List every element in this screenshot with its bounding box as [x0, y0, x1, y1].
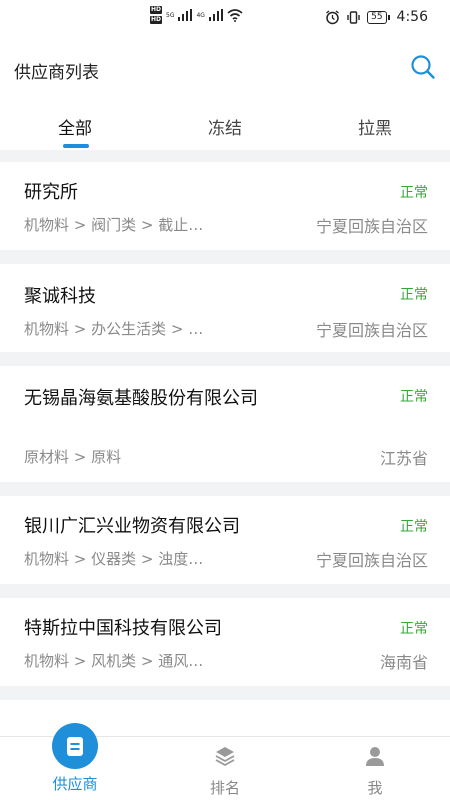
status-badge: 正常 — [400, 389, 428, 405]
signal-icon-2 — [208, 9, 223, 21]
app-header: 供应商列表 — [0, 38, 450, 98]
nav-label-suppliers: 供应商 — [52, 775, 98, 793]
tab-indicator — [63, 144, 89, 148]
supplier-category: 机物料 > 仪器类 > 浊度… — [24, 550, 204, 568]
supplier-category: 机物料 > 阀门类 > 截止… — [24, 216, 204, 234]
status-bar: HD HD 5G 4G 55 4:56 — [0, 0, 450, 38]
status-badge: 正常 — [400, 621, 428, 637]
supplier-name: 研究所 — [24, 182, 78, 203]
supplier-category: 原材料 > 原料 — [24, 448, 122, 466]
supplier-card[interactable]: 研究所 正常 机物料 > 阀门类 > 截止… 宁夏回族自治区 — [0, 162, 450, 250]
clock: 4:56 — [396, 9, 428, 25]
supplier-region: 海南省 — [379, 653, 428, 672]
supplier-card[interactable]: 聚诚科技 正常 机物料 > 办公生活类 > … 宁夏回族自治区 — [0, 264, 450, 352]
vibrate-icon — [347, 10, 360, 24]
tab-all[interactable]: 全部 — [0, 114, 150, 139]
supplier-name: 银川广汇兴业物资有限公司 — [24, 516, 240, 537]
document-icon — [52, 723, 98, 773]
search-button[interactable] — [410, 54, 436, 80]
nav-ranking[interactable]: 排名 — [150, 737, 300, 800]
signal-icon — [178, 9, 193, 21]
supplier-name: 无锡晶海氨基酸股份有限公司 — [24, 388, 258, 409]
battery-indicator: 55 — [367, 10, 391, 24]
status-badge: 正常 — [400, 287, 428, 303]
supplier-card[interactable]: 特斯拉中国科技有限公司 正常 机物料 > 风机类 > 通风… 海南省 — [0, 598, 450, 686]
page-title: 供应商列表 — [14, 63, 99, 83]
supplier-region: 宁夏回族自治区 — [315, 551, 428, 570]
supplier-name: 聚诚科技 — [24, 286, 96, 307]
status-right: 55 4:56 — [325, 9, 428, 25]
network-5g-label: 5G — [166, 11, 175, 19]
tab-blacklisted[interactable]: 拉黑 — [300, 114, 450, 139]
filter-tabs: 全部 冻结 拉黑 — [0, 98, 450, 150]
supplier-category: 机物料 > 风机类 > 通风… — [24, 652, 204, 670]
hd-badge-1: HD — [150, 6, 163, 14]
supplier-list: 研究所 正常 机物料 > 阀门类 > 截止… 宁夏回族自治区 聚诚科技 正常 机… — [0, 162, 450, 754]
supplier-category: 机物料 > 办公生活类 > … — [24, 320, 204, 338]
network-4g-label: 4G — [196, 11, 205, 19]
person-icon — [364, 745, 386, 771]
status-left: HD HD 5G 4G — [150, 6, 243, 24]
supplier-region: 江苏省 — [379, 449, 428, 468]
supplier-region: 宁夏回族自治区 — [315, 217, 428, 236]
status-badge: 正常 — [400, 519, 428, 535]
search-icon — [411, 55, 435, 79]
bottom-nav: 供应商 排名 我 — [0, 723, 450, 800]
supplier-name: 特斯拉中国科技有限公司 — [24, 618, 222, 639]
nav-label-ranking: 排名 — [209, 779, 240, 797]
wifi-icon — [227, 8, 243, 22]
layers-icon — [214, 745, 236, 771]
hd-badge-2: HD — [150, 16, 163, 24]
nav-label-me: 我 — [367, 779, 383, 797]
alarm-icon — [326, 9, 339, 24]
nav-me[interactable]: 我 — [300, 737, 450, 800]
supplier-card[interactable]: 无锡晶海氨基酸股份有限公司 正常 原材料 > 原料 江苏省 — [0, 366, 450, 482]
nav-suppliers[interactable]: 供应商 — [0, 723, 150, 800]
supplier-region: 宁夏回族自治区 — [315, 321, 428, 340]
supplier-card[interactable]: 银川广汇兴业物资有限公司 正常 机物料 > 仪器类 > 浊度… 宁夏回族自治区 — [0, 496, 450, 584]
tab-frozen[interactable]: 冻结 — [150, 114, 300, 139]
status-badge: 正常 — [400, 185, 428, 201]
